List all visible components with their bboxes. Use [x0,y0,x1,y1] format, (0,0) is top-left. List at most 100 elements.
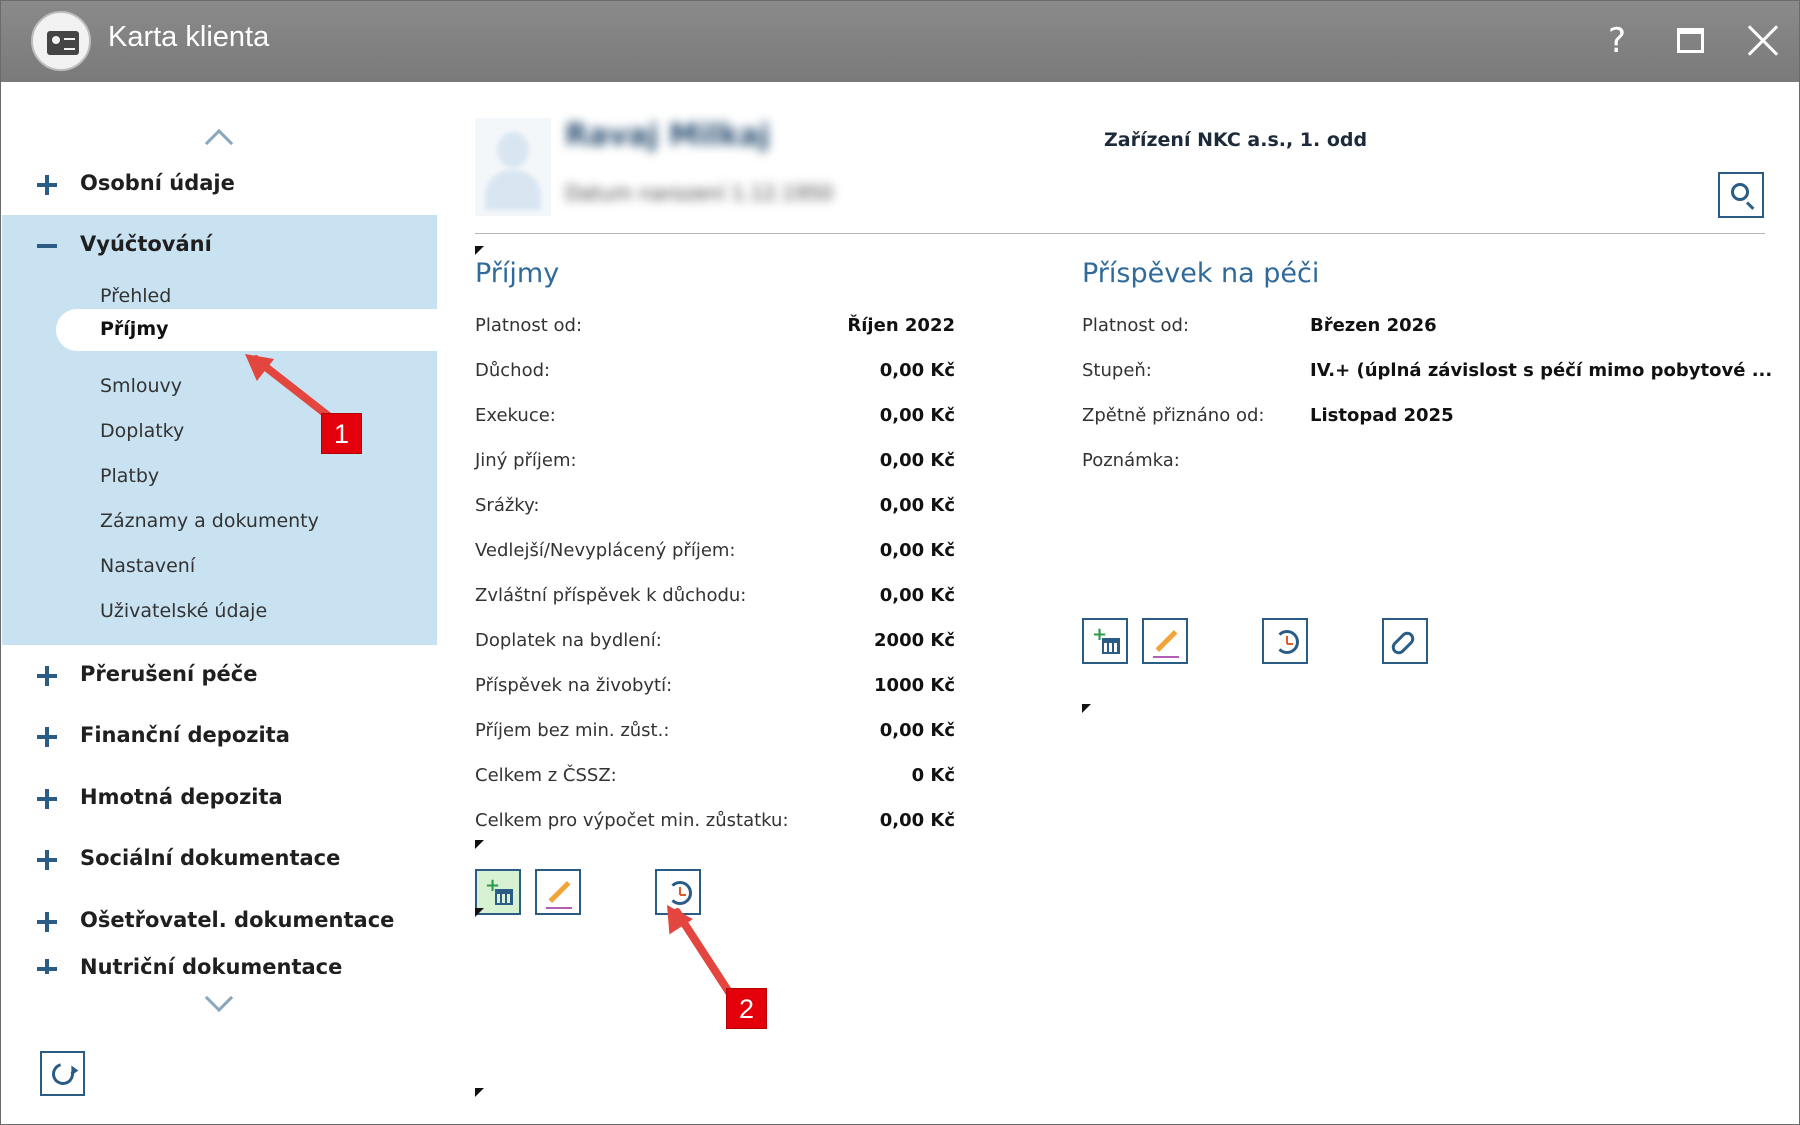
client-birth-info: Datum narození 1.12.1950 [565,181,834,205]
annotation-badge: 2 [726,988,767,1029]
plus-icon [37,849,59,871]
sidebar-section-nutricni-dokumentace[interactable]: Nutriční dokumentace [2,952,437,974]
care-allowance-row-label: Stupeň: [1082,360,1152,381]
income-row-value: 0,00 Kč [879,585,955,606]
corner-marker [475,908,484,917]
sidebar-section-preruseni-pece[interactable]: Přerušení péče [2,645,437,707]
care-allowance-row-label: Platnost od: [1082,315,1190,336]
sidebar-item-prijmy[interactable]: Příjmy [56,309,437,351]
plus-icon [37,911,59,933]
pencil-icon [548,881,571,903]
chevron-down-icon [204,983,234,1013]
sidebar-section-label: Finanční depozita [80,723,290,747]
income-row-value: 2000 Kč [874,630,955,651]
income-row-label: Doplatek na bydlení: [475,630,662,651]
maximize-icon [1677,28,1704,53]
header-divider [475,233,1765,234]
facility-label: Zařízení NKC a.s., 1. odd [1104,129,1368,151]
sidebar-section-label: Hmotná depozita [80,785,283,809]
care-allowance-row-value: Březen 2026 [1310,315,1437,336]
sidebar-section-label: Osobní údaje [80,171,235,195]
sidebar-item-platby[interactable]: Platby [100,465,159,487]
sidebar-section-vyuctovani[interactable]: Vyúčtování [2,215,437,277]
close-button[interactable] [1737,15,1789,67]
income-row-value: 0,00 Kč [879,540,955,561]
refresh-icon [47,1058,79,1090]
add-care-allowance-button[interactable]: + [1082,618,1128,664]
income-row-value: 0,00 Kč [879,720,955,741]
care-allowance-row-label: Poznámka: [1082,450,1180,471]
scroll-down-button[interactable] [202,983,238,1018]
corner-marker [475,840,484,849]
search-button[interactable] [1718,172,1764,218]
sidebar-item-smlouvy[interactable]: Smlouvy [100,375,182,397]
care-allowance-row-value: IV.+ (úplná závislost s péčí mimo pobyto… [1310,360,1773,381]
history-icon [1275,630,1299,654]
sidebar-section-label: Ošetřovatel. dokumentace [80,908,395,932]
sidebar-item-zaznamy-a-dokumenty[interactable]: Záznamy a dokumenty [100,510,319,532]
plus-icon [37,788,59,810]
client-name: Ravaj Milkaj [565,118,770,153]
plus-icon [37,665,59,687]
sidebar-section-osobni-udaje[interactable]: Osobní údaje [2,154,437,216]
annotation-badge: 1 [321,413,362,454]
sidebar-clip: Nutriční dokumentace [2,952,437,974]
client-card-window: Karta klienta ? Osobní údaje Vyúčtování … [0,0,1800,1125]
care-allowance-row-value: Listopad 2025 [1310,405,1454,426]
income-row-label: Srážky: [475,495,540,516]
attachment-button[interactable] [1382,618,1428,664]
care-allowance-history-button[interactable] [1262,618,1308,664]
income-row-label: Exekuce: [475,405,556,426]
sidebar-section-label: Vyúčtování [80,232,212,256]
sidebar-section-label: Přerušení péče [80,662,258,686]
sidebar-section-financni-depozita[interactable]: Finanční depozita [2,706,437,768]
plus-icon [37,726,59,748]
client-avatar [475,118,551,216]
income-row-label: Celkem z ČSSZ: [475,765,617,786]
income-row-label: Příjem bez min. zůst.: [475,720,670,741]
income-row-value: 0,00 Kč [879,450,955,471]
income-row-value: 0,00 Kč [879,810,955,831]
sidebar-item-label: Příjmy [100,318,169,340]
plus-icon [37,958,59,974]
sidebar-item-uzivatelske-udaje[interactable]: Uživatelské údaje [100,600,267,622]
edit-income-button[interactable] [535,869,581,915]
income-title: Příjmy [475,258,560,289]
refresh-button[interactable] [40,1051,85,1096]
edit-care-allowance-button[interactable] [1142,618,1188,664]
income-row-label: Důchod: [475,360,551,381]
help-button[interactable]: ? [1591,15,1643,67]
care-allowance-row-label: Zpětně přiznáno od: [1082,405,1265,426]
care-allowance-title: Příspěvek na péči [1082,258,1320,289]
sidebar-section-osetrovatel-dokumentace[interactable]: Ošetřovatel. dokumentace [2,891,437,953]
income-row-value: 0 Kč [911,765,955,786]
sidebar-section-label: Sociální dokumentace [80,846,341,870]
income-row-value: Říjen 2022 [847,315,955,336]
income-row-label: Vedlejší/Nevyplácený příjem: [475,540,736,561]
paperclip-icon [1388,628,1418,658]
title-bar: Karta klienta ? [1,1,1799,82]
sidebar-item-doplatky[interactable]: Doplatky [100,420,184,442]
scroll-up-button[interactable] [202,124,238,158]
calendar-icon [495,889,513,905]
maximize-button[interactable] [1663,15,1715,67]
sidebar-section-label: Nutriční dokumentace [80,955,343,974]
sidebar-item-nastaveni[interactable]: Nastavení [100,555,195,577]
sidebar-item-prehled[interactable]: Přehled [100,285,171,307]
income-row-label: Zvláštní příspěvek k důchodu: [475,585,747,606]
income-row-value: 0,00 Kč [879,495,955,516]
calendar-icon [1102,638,1120,654]
main-content: Ravaj Milkaj Datum narození 1.12.1950 Za… [437,82,1799,1124]
corner-marker [475,1088,484,1097]
sidebar-section-hmotna-depozita[interactable]: Hmotná depozita [2,768,437,830]
sidebar-section-socialni-dokumentace[interactable]: Sociální dokumentace [2,829,437,891]
plus-icon [37,174,59,196]
pencil-icon [1155,630,1178,652]
income-row-label: Platnost od: [475,315,583,336]
sidebar: Osobní údaje Vyúčtování Přehled Příjmy S… [2,82,437,1124]
minus-icon [37,235,59,257]
corner-marker [1082,704,1091,713]
income-row-value: 0,00 Kč [879,405,955,426]
corner-marker [475,246,484,255]
chevron-up-icon [204,128,234,158]
